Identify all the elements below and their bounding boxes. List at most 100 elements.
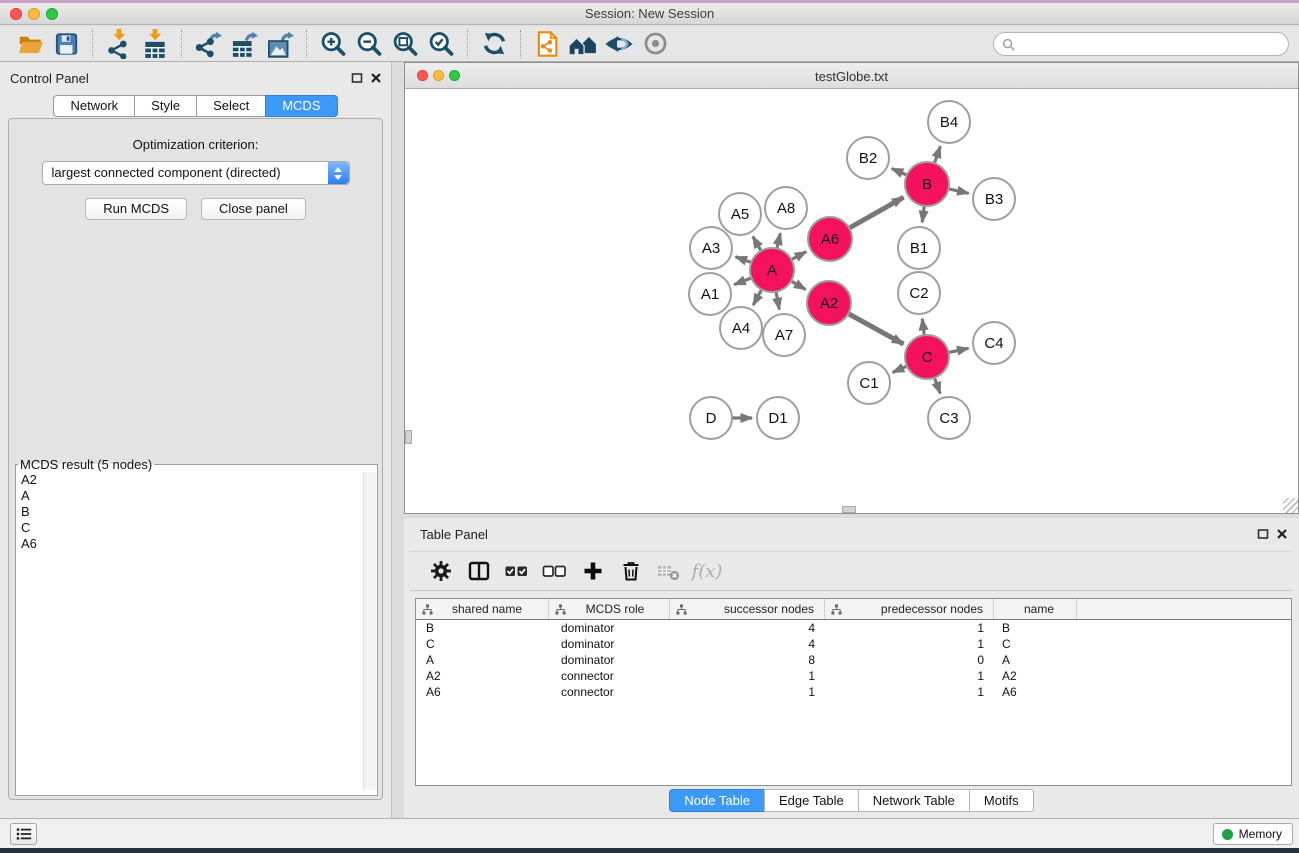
tab-network-table[interactable]: Network Table [858, 789, 969, 812]
zoom-in-button[interactable] [315, 28, 351, 60]
horizontal-scroll-thumb[interactable] [842, 506, 856, 513]
add-row-button[interactable] [574, 554, 612, 588]
table-cell[interactable]: 1 [670, 684, 825, 700]
show-column-button[interactable] [460, 554, 498, 588]
search-field[interactable] [993, 32, 1289, 56]
tab-motifs[interactable]: Motifs [969, 789, 1034, 812]
table-row[interactable]: A2connector11A2 [416, 668, 1291, 684]
table-cell[interactable]: 0 [825, 652, 994, 668]
close-table-panel-icon[interactable] [1276, 528, 1288, 540]
graph-node-A8[interactable]: A8 [765, 187, 807, 229]
delete-row-button[interactable] [612, 554, 650, 588]
graph-node-B1[interactable]: B1 [898, 227, 940, 269]
tab-mcds[interactable]: MCDS [265, 95, 337, 117]
deselect-all-button[interactable] [536, 554, 574, 588]
table-cell[interactable]: A6 [416, 684, 549, 700]
table-cell[interactable]: 1 [825, 636, 994, 652]
new-network-from-selection-button[interactable] [529, 28, 565, 60]
column-header-predecessor-nodes[interactable]: predecessor nodes [825, 599, 994, 619]
table-cell[interactable]: 1 [825, 620, 994, 636]
zoom-selected-button[interactable] [423, 28, 459, 60]
zoom-fit-button[interactable] [387, 28, 423, 60]
zoom-out-button[interactable] [351, 28, 387, 60]
task-history-button[interactable] [10, 823, 37, 845]
column-header-shared-name[interactable]: shared name [416, 599, 549, 619]
result-list-item[interactable]: A2 [17, 472, 363, 488]
table-settings-button[interactable] [422, 554, 460, 588]
graph-node-C2[interactable]: C2 [898, 272, 940, 314]
table-cell[interactable]: connector [549, 668, 670, 684]
tab-style[interactable]: Style [134, 95, 196, 117]
graph-node-A7[interactable]: A7 [763, 314, 805, 356]
vertical-scroll-thumb[interactable] [405, 430, 412, 444]
column-header-mcds-role[interactable]: MCDS role [549, 599, 670, 619]
network-canvas[interactable]: B4B2BB3A5A8A6B1A3AA1C2A2A4A7C4CC1C3DD1 [405, 89, 1298, 513]
tab-select[interactable]: Select [196, 95, 265, 117]
table-cell[interactable]: 1 [670, 668, 825, 684]
table-cell[interactable]: 8 [670, 652, 825, 668]
window-resize-grip[interactable] [1283, 498, 1298, 513]
graph-node-D[interactable]: D [690, 397, 732, 439]
result-scrollbar[interactable] [363, 472, 376, 790]
show-graphics-details-button[interactable] [601, 28, 637, 60]
tab-edge-table[interactable]: Edge Table [764, 789, 858, 812]
table-row[interactable]: Bdominator41B [416, 620, 1291, 636]
table-cell[interactable]: A2 [994, 668, 1077, 684]
graph-node-A3[interactable]: A3 [690, 227, 732, 269]
graph-node-C3[interactable]: C3 [928, 397, 970, 439]
table-cell[interactable]: C [416, 636, 549, 652]
graph-node-B[interactable]: B [905, 162, 949, 206]
optimization-criterion-dropdown[interactable]: largest connected component (directed) [42, 161, 350, 185]
table-cell[interactable]: 1 [825, 684, 994, 700]
graph-node-D1[interactable]: D1 [757, 397, 799, 439]
graph-node-C[interactable]: C [905, 335, 949, 379]
result-list-item[interactable]: A6 [17, 536, 363, 552]
table-cell[interactable]: B [416, 620, 549, 636]
refresh-button[interactable] [476, 28, 512, 60]
save-session-button[interactable] [48, 28, 84, 60]
table-cell[interactable]: connector [549, 684, 670, 700]
table-row[interactable]: Adominator80A [416, 652, 1291, 668]
close-panel-button[interactable]: Close panel [201, 198, 306, 220]
table-cell[interactable]: C [994, 636, 1077, 652]
close-panel-icon[interactable] [370, 72, 382, 84]
graph-node-A2[interactable]: A2 [807, 281, 851, 325]
table-row[interactable]: Cdominator41C [416, 636, 1291, 652]
table-cell[interactable]: dominator [549, 620, 670, 636]
result-list-item[interactable]: C [17, 520, 363, 536]
graph-node-B2[interactable]: B2 [847, 137, 889, 179]
table-cell[interactable]: A [994, 652, 1077, 668]
tab-node-table[interactable]: Node Table [669, 789, 764, 812]
table-cell[interactable]: A6 [994, 684, 1077, 700]
table-cell[interactable]: A2 [416, 668, 549, 684]
table-cell[interactable]: B [994, 620, 1077, 636]
result-list-item[interactable]: A [17, 488, 363, 504]
table-cell[interactable]: dominator [549, 636, 670, 652]
search-input[interactable] [1020, 35, 1288, 53]
table-cell[interactable]: 1 [825, 668, 994, 684]
export-image-button[interactable] [262, 28, 298, 60]
graph-node-C4[interactable]: C4 [973, 322, 1015, 364]
select-all-button[interactable] [498, 554, 536, 588]
table-cell[interactable]: 4 [670, 636, 825, 652]
table-cell[interactable]: A [416, 652, 549, 668]
graph-node-A6[interactable]: A6 [808, 217, 852, 261]
graph-node-C1[interactable]: C1 [848, 362, 890, 404]
memory-button[interactable]: Memory [1213, 823, 1293, 845]
home-view-button[interactable] [565, 28, 601, 60]
import-table-button[interactable] [137, 28, 173, 60]
graph-node-A4[interactable]: A4 [720, 307, 762, 349]
column-header-successor-nodes[interactable]: successor nodes [670, 599, 825, 619]
table-row[interactable]: A6connector11A6 [416, 684, 1291, 700]
function-builder-button[interactable]: f(x) [688, 554, 726, 588]
delete-table-button[interactable] [650, 554, 688, 588]
table-cell[interactable]: 4 [670, 620, 825, 636]
column-header-name[interactable]: name [994, 599, 1077, 619]
graph-node-A[interactable]: A [750, 248, 794, 292]
open-session-button[interactable] [12, 28, 48, 60]
float-table-panel-icon[interactable] [1257, 528, 1269, 540]
graph-node-A5[interactable]: A5 [719, 193, 761, 235]
graph-node-B3[interactable]: B3 [973, 178, 1015, 220]
export-network-button[interactable] [190, 28, 226, 60]
table-cell[interactable]: dominator [549, 652, 670, 668]
